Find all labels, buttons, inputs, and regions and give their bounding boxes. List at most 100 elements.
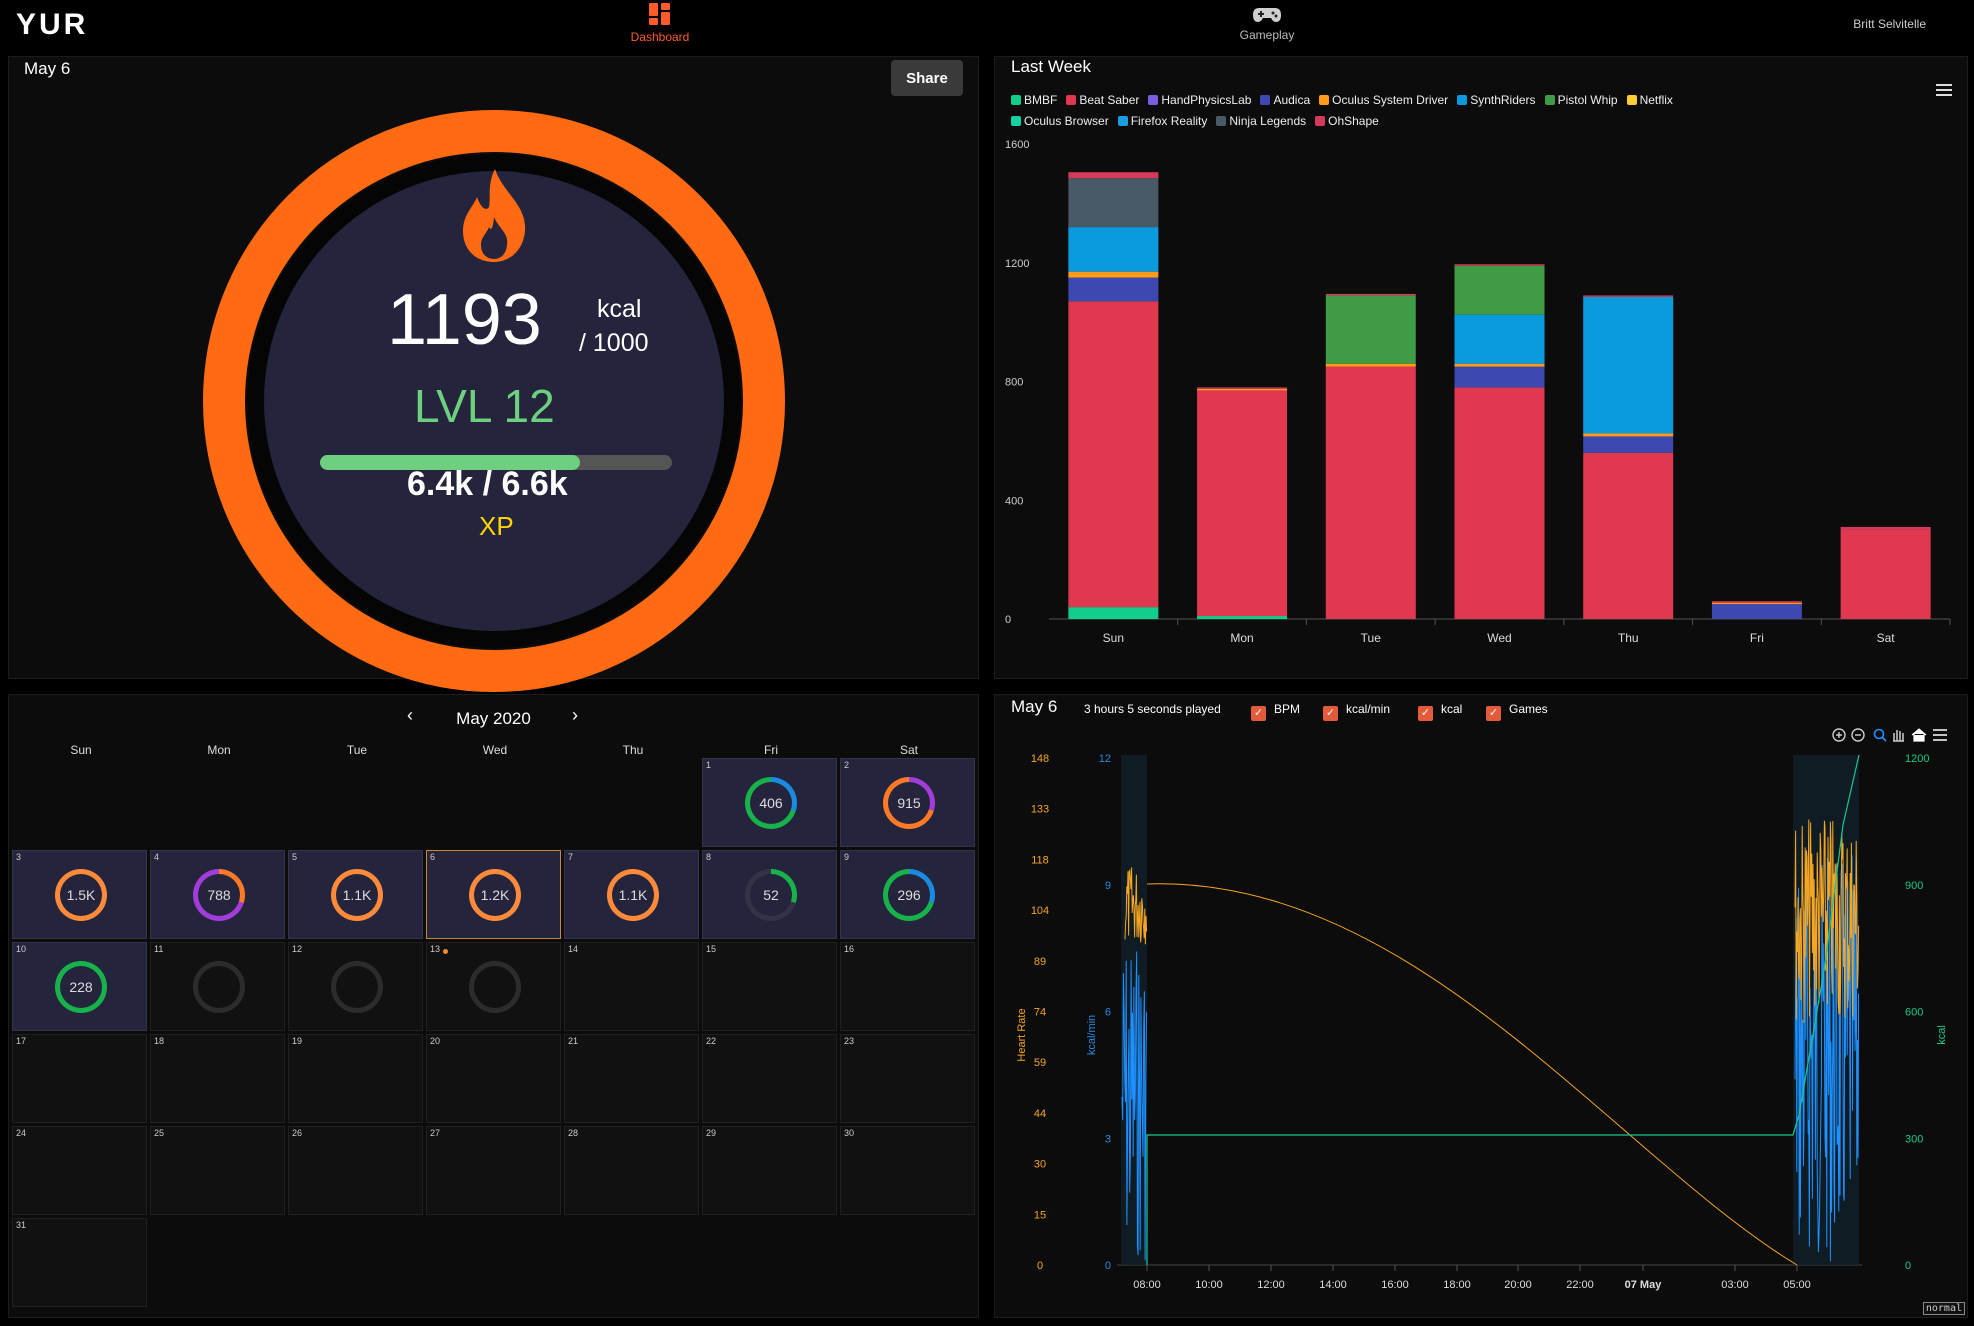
legend-swatch: [1457, 95, 1468, 105]
calendar-day[interactable]: 27: [426, 1126, 561, 1215]
calendar-day[interactable]: 20: [426, 1034, 561, 1123]
chart-menu-icon[interactable]: [1936, 84, 1952, 96]
bar-segment[interactable]: [1711, 602, 1802, 605]
bar-segment[interactable]: [1197, 616, 1288, 619]
calendar-day[interactable]: 18: [150, 1034, 285, 1123]
bar-segment[interactable]: [1325, 366, 1416, 619]
bar-segment[interactable]: [1325, 363, 1416, 367]
bar-segment[interactable]: [1068, 277, 1159, 302]
nav-gameplay[interactable]: Gameplay: [1197, 6, 1337, 42]
calendar-day[interactable]: 7 1.1K: [564, 850, 699, 939]
day-number: 4: [154, 852, 160, 862]
calendar-day[interactable]: 13: [426, 942, 561, 1031]
legend-label: Audica: [1273, 93, 1311, 107]
toggle-kcal[interactable]: ✓ kcal: [1418, 702, 1462, 721]
legend-item[interactable]: SynthRiders: [1457, 90, 1536, 111]
calendar-day[interactable]: 22: [702, 1034, 837, 1123]
legend-item[interactable]: Netflix: [1626, 90, 1673, 111]
bar-segment[interactable]: [1454, 264, 1545, 266]
legend-item[interactable]: Pistol Whip: [1544, 90, 1618, 111]
bar-segment[interactable]: [1840, 526, 1931, 530]
bar-segment[interactable]: [1197, 388, 1288, 391]
calendar-day[interactable]: 23: [840, 1034, 975, 1123]
bar-segment[interactable]: [1068, 172, 1159, 179]
legend-label: Oculus System Driver: [1332, 93, 1449, 107]
nav-dashboard[interactable]: Dashboard: [590, 2, 730, 44]
calendar-day[interactable]: 24: [12, 1126, 147, 1215]
bar-segment[interactable]: [1454, 265, 1545, 315]
bar-segment[interactable]: [1068, 271, 1159, 278]
calendar-day[interactable]: 19: [288, 1034, 423, 1123]
bar-segment[interactable]: [1711, 604, 1802, 619]
calendar-day[interactable]: 17: [12, 1034, 147, 1123]
calendar-day[interactable]: 5 1.1K: [288, 850, 423, 939]
day-kcal: 1.5K: [60, 874, 102, 916]
calendar-day[interactable]: 30: [840, 1126, 975, 1215]
bar-segment[interactable]: [1583, 296, 1674, 434]
calendar-day[interactable]: 26: [288, 1126, 423, 1215]
calendar-day[interactable]: 4 788: [150, 850, 285, 939]
legend-item[interactable]: Beat Saber: [1066, 90, 1139, 111]
calendar-day[interactable]: 15: [702, 942, 837, 1031]
bar-segment[interactable]: [1454, 363, 1545, 367]
calendar-day[interactable]: 2 915: [840, 758, 975, 847]
calendar-day[interactable]: 29: [702, 1126, 837, 1215]
bar-segment[interactable]: [1583, 295, 1674, 297]
legend-label: BMBF: [1024, 93, 1058, 107]
bar-segment[interactable]: [1197, 387, 1288, 389]
calendar-day[interactable]: 28: [564, 1126, 699, 1215]
played-duration: 3 hours 5 seconds played: [1084, 702, 1221, 716]
legend-item[interactable]: HandPhysicsLab: [1148, 90, 1251, 111]
calendar-day[interactable]: 21: [564, 1034, 699, 1123]
bar-segment[interactable]: [1454, 314, 1545, 364]
calendar-day[interactable]: 6 1.2K: [426, 850, 561, 939]
toggle-kcal-min[interactable]: ✓ kcal/min: [1323, 702, 1390, 721]
bar-segment[interactable]: [1454, 366, 1545, 388]
empty-day-ring: [193, 961, 245, 1013]
next-month-button[interactable]: ›: [572, 705, 578, 726]
day-kcal: 1.1K: [336, 874, 378, 916]
calendar-day[interactable]: 25: [150, 1126, 285, 1215]
bar-segment[interactable]: [1325, 293, 1416, 296]
time-tick-label: 16:00: [1381, 1279, 1409, 1291]
day-kcal: 788: [198, 874, 240, 916]
bar-segment[interactable]: [1454, 387, 1545, 619]
calendar-day[interactable]: 16: [840, 942, 975, 1031]
day-ring: 1.2K: [469, 869, 521, 921]
calendar-day[interactable]: 12: [288, 942, 423, 1031]
day-ring: 1.1K: [607, 869, 659, 921]
legend-item[interactable]: BMBF: [1011, 90, 1057, 111]
calendar-day[interactable]: 11: [150, 942, 285, 1031]
legend-item[interactable]: Oculus System Driver: [1319, 90, 1448, 111]
bar-segment[interactable]: [1068, 178, 1159, 228]
prev-month-button[interactable]: ‹: [407, 705, 413, 726]
bar-segment[interactable]: [1583, 436, 1674, 453]
bar-segment[interactable]: [1840, 529, 1931, 619]
bar-segment[interactable]: [1068, 227, 1159, 272]
toggle-games[interactable]: ✓ Games: [1486, 702, 1548, 721]
calendar-day[interactable]: 8 52: [702, 850, 837, 939]
legend-item[interactable]: Audica: [1260, 90, 1310, 111]
hr-tick-label: 74: [1034, 1007, 1046, 1019]
calendar-day[interactable]: 14: [564, 942, 699, 1031]
xp-label: XP: [479, 511, 514, 541]
day-number: 6: [430, 852, 436, 862]
bar-segment[interactable]: [1583, 433, 1674, 437]
share-button[interactable]: Share: [891, 60, 963, 96]
calendar-day[interactable]: 31: [12, 1218, 147, 1307]
calendar-day[interactable]: 1 406: [702, 758, 837, 847]
bar-segment[interactable]: [1068, 301, 1159, 608]
bar-segment[interactable]: [1583, 452, 1674, 619]
calendar-day[interactable]: 3 1.5K: [12, 850, 147, 939]
calendar-day[interactable]: 10 228: [12, 942, 147, 1031]
bar-segment[interactable]: [1068, 607, 1159, 619]
bar-segment[interactable]: [1325, 295, 1416, 364]
bar-segment[interactable]: [1197, 390, 1288, 617]
bar-segment[interactable]: [1711, 601, 1802, 603]
yur-logo[interactable]: YUR: [16, 8, 88, 42]
toggle-bpm[interactable]: ✓ BPM: [1251, 702, 1300, 721]
kcal-series: [1146, 754, 1860, 1265]
last-week-legend: BMBF Beat Saber HandPhysicsLab Audica Oculus…: [1011, 90, 1731, 132]
calendar-day[interactable]: 9 296: [840, 850, 975, 939]
user-name[interactable]: Britt Selvitelle: [1853, 17, 1926, 31]
